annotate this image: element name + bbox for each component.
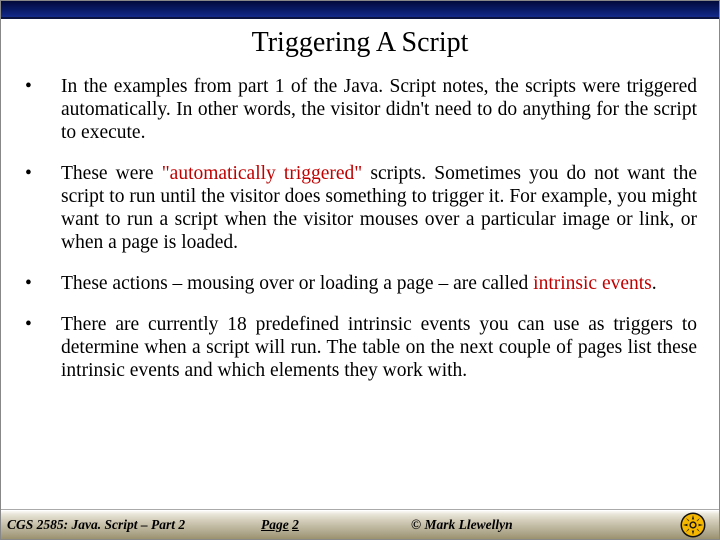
list-item: • These were "automatically triggered" s… bbox=[23, 162, 697, 254]
bullet-dot: • bbox=[23, 162, 61, 254]
slide-title: Triggering A Script bbox=[1, 27, 719, 59]
bullet-text: In the examples from part 1 of the Java.… bbox=[61, 75, 697, 144]
bullet-dot: • bbox=[23, 75, 61, 144]
slide-top-bar bbox=[1, 1, 719, 19]
footer-page-number: 2 bbox=[292, 517, 299, 532]
slide-footer: CGS 2585: Java. Script – Part 2 Page 2 ©… bbox=[1, 509, 719, 539]
ucf-logo-icon bbox=[675, 512, 719, 538]
bullet-list: • In the examples from part 1 of the Jav… bbox=[23, 75, 697, 382]
text-run: These were bbox=[61, 163, 162, 184]
slide-body: • In the examples from part 1 of the Jav… bbox=[1, 75, 719, 382]
footer-page-prefix: Page bbox=[261, 517, 289, 532]
bullet-text: These were "automatically triggered" scr… bbox=[61, 162, 697, 254]
slide: Triggering A Script • In the examples fr… bbox=[0, 0, 720, 540]
list-item: • In the examples from part 1 of the Jav… bbox=[23, 75, 697, 144]
list-item: • These actions – mousing over or loadin… bbox=[23, 272, 697, 295]
emphasis-intrinsic-events: intrinsic events bbox=[533, 273, 652, 294]
bullet-text: There are currently 18 predefined intrin… bbox=[61, 313, 697, 382]
emphasis-auto-triggered: "automatically triggered" bbox=[162, 163, 363, 184]
footer-copyright: © Mark Llewellyn bbox=[391, 517, 675, 533]
text-run: . bbox=[652, 273, 657, 294]
text-run: These actions – mousing over or loading … bbox=[61, 273, 533, 294]
bullet-text: These actions – mousing over or loading … bbox=[61, 272, 697, 295]
footer-page: Page 2 bbox=[251, 517, 391, 533]
bullet-dot: • bbox=[23, 313, 61, 382]
list-item: • There are currently 18 predefined intr… bbox=[23, 313, 697, 382]
footer-course: CGS 2585: Java. Script – Part 2 bbox=[1, 517, 251, 533]
bullet-dot: • bbox=[23, 272, 61, 295]
